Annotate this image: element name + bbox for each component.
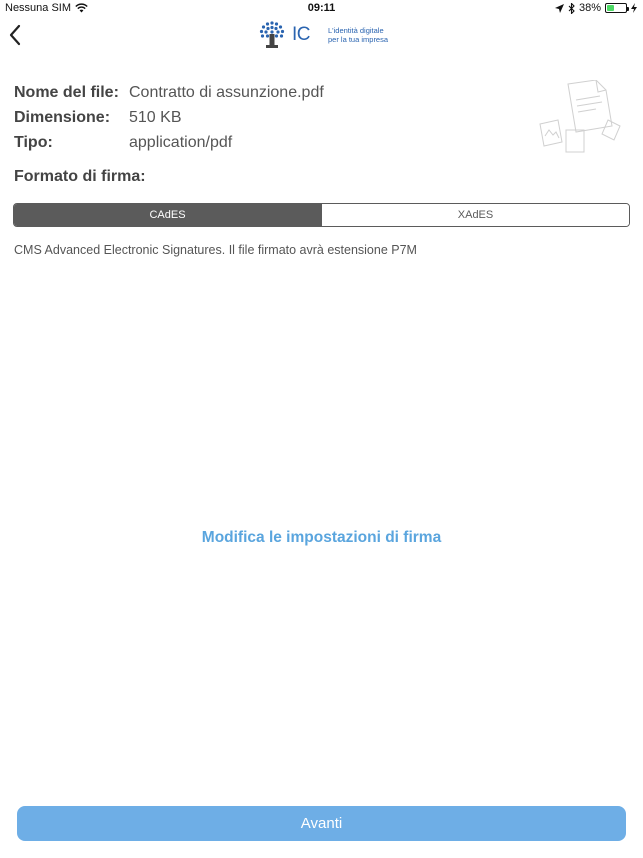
documents-illustration-icon xyxy=(539,80,621,153)
logo-text: IC xyxy=(292,24,311,46)
edit-signature-settings-link[interactable]: Modifica le impostazioni di firma xyxy=(0,529,643,547)
signature-format-title: Formato di firma: xyxy=(14,168,146,185)
status-time: 09:11 xyxy=(307,2,336,14)
segment-xades[interactable]: XAdES xyxy=(321,204,629,226)
logo-tagline: L'identità digitale per la tua impresa xyxy=(328,26,388,44)
file-type-row: Tipo: application/pdf xyxy=(14,130,324,155)
chevron-left-icon xyxy=(9,24,21,46)
next-button[interactable]: Avanti xyxy=(17,806,626,841)
file-size-row: Dimensione: 510 KB xyxy=(14,105,324,130)
tree-logo-icon xyxy=(259,21,285,48)
back-button[interactable] xyxy=(8,24,28,48)
charging-bolt-icon xyxy=(631,3,637,13)
file-name-label: Nome del file: xyxy=(14,83,119,101)
bluetooth-icon xyxy=(568,2,575,14)
file-name-value: Contratto di assunzione.pdf xyxy=(129,83,324,101)
status-bar: Nessuna SIM 09:11 38% xyxy=(0,0,643,18)
nav-bar: IC L'identità digitale per la tua impres… xyxy=(0,18,643,54)
file-type-label: Tipo: xyxy=(14,133,53,151)
battery-level-fill xyxy=(607,5,614,11)
file-type-value: application/pdf xyxy=(129,133,233,151)
logo-tagline-line1: L'identità digitale xyxy=(328,26,384,35)
brand-logo: IC L'identità digitale per la tua impres… xyxy=(258,18,388,52)
signature-format-description: CMS Advanced Electronic Signatures. Il f… xyxy=(14,243,417,257)
file-size-label: Dimensione: xyxy=(14,108,111,126)
status-right: 38% xyxy=(554,2,637,14)
file-size-value: 510 KB xyxy=(129,108,182,126)
file-name-row: Nome del file: Contratto di assunzione.p… xyxy=(14,80,324,105)
signature-format-segmented-control: CAdES XAdES xyxy=(13,203,630,227)
location-arrow-icon xyxy=(554,3,564,13)
battery-cap xyxy=(627,7,629,11)
logo-tagline-line2: per la tua impresa xyxy=(328,35,389,44)
battery-percent: 38% xyxy=(578,2,601,14)
logo-mark: IC xyxy=(292,24,311,45)
segment-cades[interactable]: CAdES xyxy=(14,204,321,226)
battery-icon xyxy=(605,3,629,13)
file-info: Nome del file: Contratto di assunzione.p… xyxy=(14,80,324,155)
